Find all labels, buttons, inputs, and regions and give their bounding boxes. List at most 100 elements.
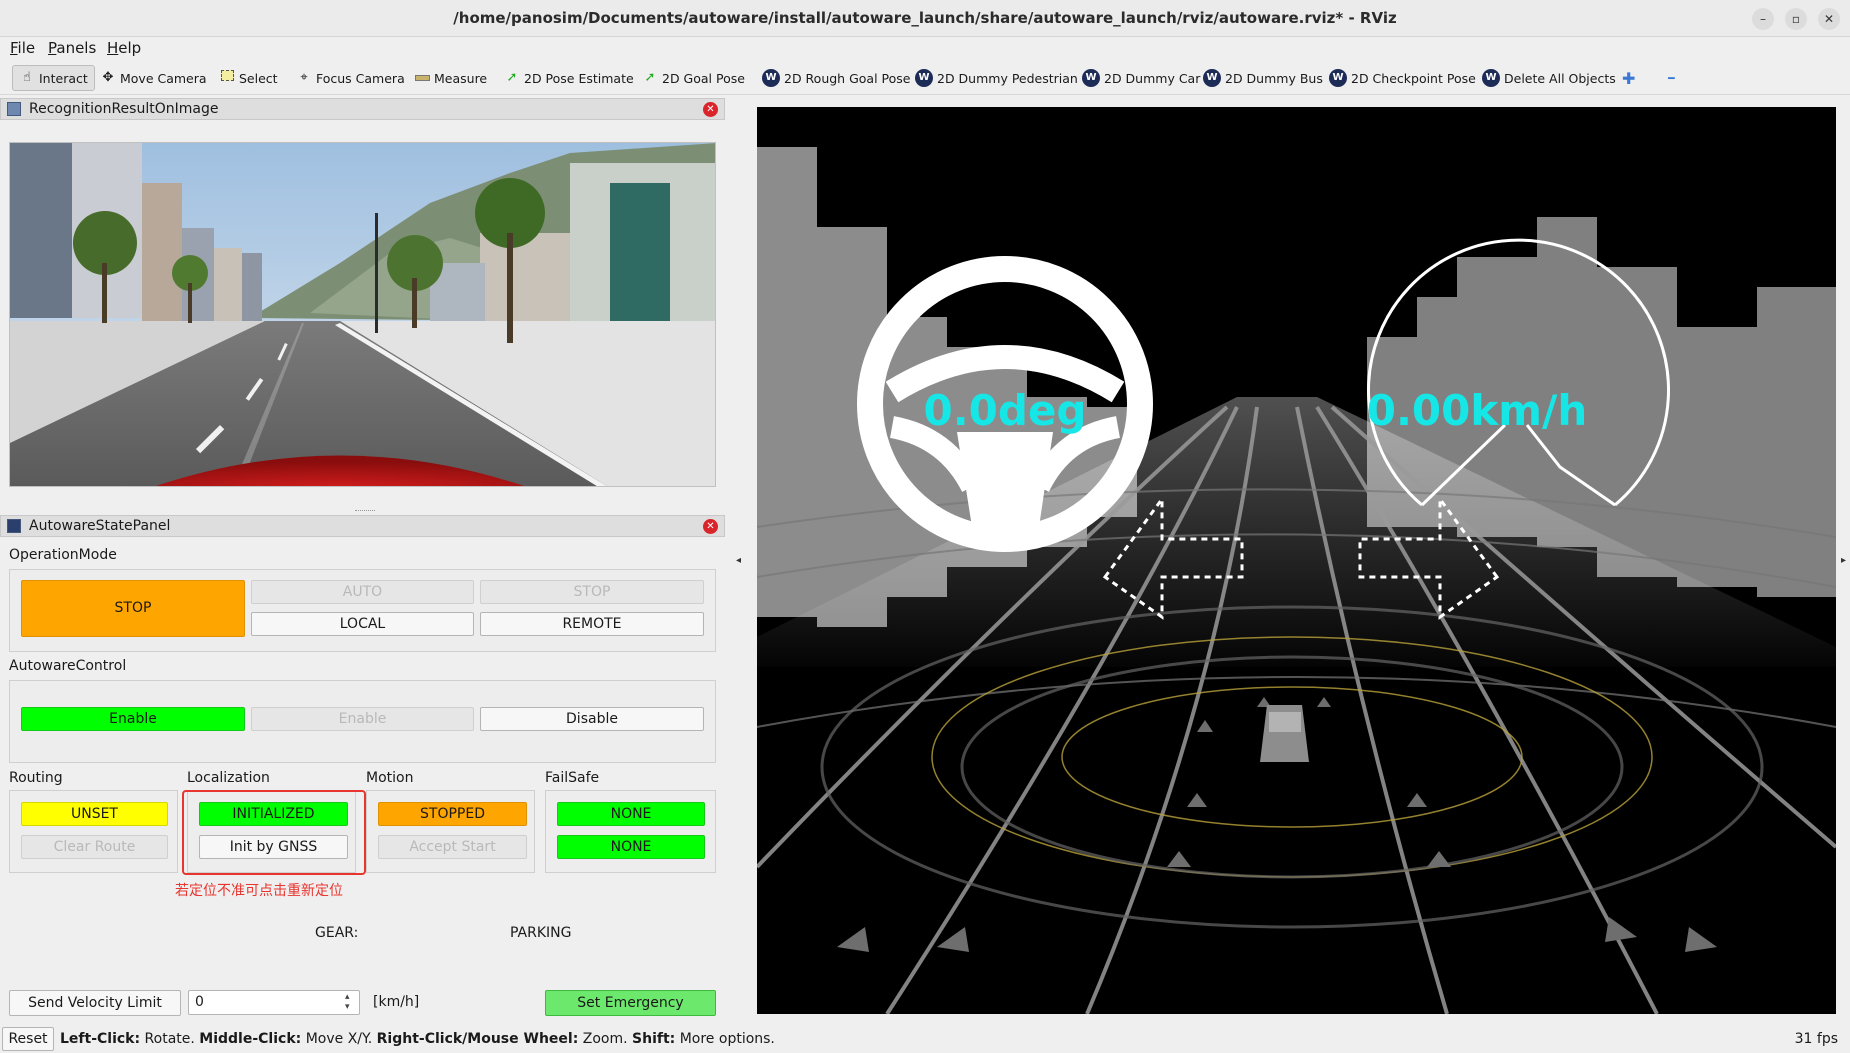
tool-measure[interactable]: Measure — [414, 65, 487, 91]
tool-label: Interact — [39, 70, 88, 86]
tool-label: 2D Rough Goal Pose — [784, 70, 911, 86]
tool-label: 2D Checkpoint Pose — [1351, 70, 1476, 86]
tool-label: 2D Goal Pose — [662, 70, 745, 86]
tool-2d-dummy-bus[interactable]: W 2D Dummy Bus — [1203, 65, 1323, 91]
failsafe-label: FailSafe — [545, 770, 600, 786]
recognition-panel-title: RecognitionResultOnImage — [29, 101, 219, 117]
velocity-spinner[interactable]: ▴ ▾ — [345, 992, 350, 1012]
annotation-note: 若定位不准可点击重新定位 — [175, 883, 343, 899]
camera-scene — [10, 143, 715, 486]
tool-focus-camera[interactable]: ⌖ Focus Camera — [296, 65, 405, 91]
help-desc: Rotate. — [140, 1031, 200, 1047]
routing-state: UNSET — [21, 802, 168, 826]
menu-bar: File Panels Help — [0, 37, 1850, 61]
help-key: Left-Click: — [60, 1031, 141, 1047]
maximize-button[interactable]: ▫ — [1785, 8, 1807, 30]
disable-control-button[interactable]: Disable — [480, 707, 704, 731]
failsafe-state-1: NONE — [557, 802, 705, 826]
help-desc: More options. — [675, 1031, 775, 1047]
operation-mode-label: OperationMode — [9, 547, 117, 563]
tool-2d-dummy-car[interactable]: W 2D Dummy Car — [1082, 65, 1200, 91]
green-arrow-icon: ➚ — [644, 70, 656, 85]
minimize-button[interactable]: – — [1752, 8, 1774, 30]
tool-label: Measure — [434, 70, 488, 86]
rviz-3d-view[interactable]: 0.0deg 0.00km/h — [757, 107, 1836, 1014]
speed-text: 0.00km/h — [1367, 386, 1588, 435]
accept-start-button[interactable]: Accept Start — [378, 835, 527, 859]
tool-move-camera[interactable]: ✥ Move Camera — [100, 65, 207, 91]
set-emergency-button[interactable]: Set Emergency — [545, 990, 716, 1016]
velocity-limit-input[interactable]: 0 — [188, 990, 360, 1015]
splitter-handle[interactable] — [355, 510, 375, 513]
remote-mode-button[interactable]: REMOTE — [480, 612, 704, 636]
send-velocity-limit-button[interactable]: Send Velocity Limit — [9, 990, 181, 1016]
recognition-panel-header: RecognitionResultOnImage ✕ — [0, 98, 725, 120]
spin-up-icon[interactable]: ▴ — [345, 992, 350, 1002]
menu-file[interactable]: File — [10, 39, 35, 57]
annotation-highlight-box — [182, 790, 366, 875]
hand-cursor-icon: ☝ — [23, 70, 31, 85]
tool-select[interactable]: Select — [219, 65, 278, 91]
velocity-unit: [km/h] — [373, 994, 420, 1010]
close-window-button[interactable]: ✕ — [1818, 8, 1840, 30]
panel-icon — [7, 102, 21, 116]
localization-label: Localization — [187, 770, 270, 786]
help-key: Middle-Click: — [199, 1031, 302, 1047]
tool-label: Move Camera — [120, 70, 207, 86]
reset-view-button[interactable]: Reset — [2, 1027, 54, 1051]
tool-2d-pose-estimate[interactable]: ➚ 2D Pose Estimate — [504, 65, 634, 91]
tool-label: Select — [239, 70, 278, 86]
green-arrow-icon: ➚ — [506, 70, 518, 85]
crosshair-icon: ⌖ — [300, 70, 308, 85]
failsafe-state-2: NONE — [557, 835, 705, 859]
autoware-logo-icon: W — [762, 69, 780, 87]
tool-2d-dummy-pedestrian[interactable]: W 2D Dummy Pedestrian — [915, 65, 1078, 91]
status-bar: Reset Left-Click: Rotate. Middle-Click: … — [0, 1025, 1850, 1053]
autoware-control-label: AutowareControl — [9, 658, 127, 674]
point-cloud-scene[interactable]: 0.0deg 0.00km/h — [757, 107, 1836, 1014]
local-mode-button[interactable]: LOCAL — [251, 612, 474, 636]
tool-2d-rough-goal-pose[interactable]: W 2D Rough Goal Pose — [762, 65, 910, 91]
enable-control-button[interactable]: Enable — [251, 707, 474, 731]
menu-panels[interactable]: Panels — [48, 39, 96, 57]
ruler-icon — [414, 70, 430, 86]
help-desc: Move X/Y. — [301, 1031, 377, 1047]
auto-mode-button[interactable]: AUTO — [251, 580, 474, 604]
tool-2d-goal-pose[interactable]: ➚ 2D Goal Pose — [642, 65, 745, 91]
clear-route-button[interactable]: Clear Route — [21, 835, 168, 859]
motion-state: STOPPED — [378, 802, 527, 826]
spin-down-icon[interactable]: ▾ — [345, 1002, 350, 1012]
autoware-logo-icon: W — [1329, 69, 1347, 87]
tool-label: 2D Dummy Bus — [1225, 70, 1323, 86]
tool-interact[interactable]: ☝ Interact — [12, 65, 95, 91]
close-icon[interactable]: ✕ — [703, 102, 718, 117]
select-box-icon — [219, 70, 235, 86]
ego-vehicle — [1260, 705, 1309, 762]
close-icon[interactable]: ✕ — [703, 519, 718, 534]
motion-label: Motion — [366, 770, 414, 786]
window-title-bar: /home/panosim/Documents/autoware/install… — [0, 0, 1850, 37]
steering-angle-text: 0.0deg — [923, 386, 1086, 435]
remove-tool-button[interactable]: ━ — [1668, 65, 1675, 91]
state-panel-title: AutowareStatePanel — [29, 518, 171, 534]
state-panel-header: AutowareStatePanel ✕ — [0, 515, 725, 537]
tool-label: 2D Pose Estimate — [524, 70, 634, 86]
add-tool-button[interactable]: ✚ — [1622, 65, 1635, 91]
autoware-logo-icon: W — [915, 69, 933, 87]
camera-image — [9, 142, 716, 487]
tool-label: 2D Dummy Car — [1104, 70, 1201, 86]
gear-value: PARKING — [510, 925, 572, 941]
collapse-left-icon[interactable]: ◂ — [736, 555, 741, 566]
stop-mode-button[interactable]: STOP — [480, 580, 704, 604]
tool-label: Delete All Objects — [1504, 70, 1616, 86]
tool-label: Focus Camera — [316, 70, 405, 86]
tool-2d-checkpoint-pose[interactable]: W 2D Checkpoint Pose — [1329, 65, 1476, 91]
collapse-right-icon[interactable]: ▸ — [1841, 555, 1846, 566]
move-arrows-icon: ✥ — [102, 70, 114, 85]
tool-label: 2D Dummy Pedestrian — [937, 70, 1078, 86]
menu-help[interactable]: Help — [107, 39, 141, 57]
help-desc: Zoom. — [578, 1031, 633, 1047]
tool-delete-all-objects[interactable]: W Delete All Objects — [1482, 65, 1616, 91]
operation-mode-state: STOP — [21, 580, 245, 637]
autoware-panel-icon — [7, 519, 21, 533]
